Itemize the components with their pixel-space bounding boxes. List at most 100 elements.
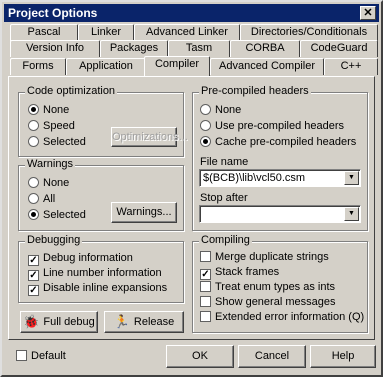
checkbox-label: Line number information xyxy=(43,267,162,279)
cancel-button[interactable]: Cancel xyxy=(238,345,306,368)
tab-directories-conditionals[interactable]: Directories/Conditionals xyxy=(240,24,378,41)
tab-tasm[interactable]: Tasm xyxy=(168,40,230,57)
checkbox-label: Stack frames xyxy=(215,266,280,278)
file-name-value: $(BCB)\lib\vcl50.csm xyxy=(203,172,306,184)
chevron-down-icon[interactable]: ▼ xyxy=(344,207,359,221)
radio-icon xyxy=(28,209,39,220)
checkbox-icon xyxy=(200,311,211,322)
warn-selected-radio[interactable]: Selected xyxy=(28,209,86,222)
close-button[interactable]: ✕ xyxy=(360,6,376,20)
default-label: Default xyxy=(31,350,66,362)
radio-icon xyxy=(28,177,39,188)
radio-label: None xyxy=(43,104,70,116)
file-name-dropdown[interactable]: $(BCB)\lib\vcl50.csm ▼ xyxy=(199,169,361,187)
stop-after-dropdown[interactable]: ▼ xyxy=(199,205,361,223)
radio-icon xyxy=(200,104,211,115)
ok-button[interactable]: OK xyxy=(166,345,234,368)
radio-icon xyxy=(200,136,211,147)
help-button[interactable]: Help xyxy=(310,345,376,368)
general-messages-checkbox[interactable]: Show general messages xyxy=(200,296,335,309)
tab-advanced-compiler[interactable]: Advanced Compiler xyxy=(210,58,324,75)
radio-label: None xyxy=(43,177,70,189)
default-checkbox[interactable]: Default xyxy=(16,350,66,363)
checkbox-icon xyxy=(16,350,27,361)
checkmark-icon: ✓ xyxy=(28,285,39,296)
radio-icon xyxy=(28,120,39,131)
warn-none-radio[interactable]: None xyxy=(28,177,69,190)
code-optimization-group: Code optimization None Speed Selected Op… xyxy=(18,85,188,157)
pch-cache-radio[interactable]: Cache pre-compiled headers xyxy=(200,136,356,149)
enum-as-ints-checkbox[interactable]: Treat enum types as ints xyxy=(200,281,335,294)
checkbox-label: Debug information xyxy=(43,252,133,264)
checkbox-label: Disable inline expansions xyxy=(43,282,168,294)
bug-icon: 🐞 xyxy=(23,314,40,329)
tab-packages[interactable]: Packages xyxy=(100,40,168,57)
radio-label: Selected xyxy=(43,136,86,148)
tab-corba[interactable]: CORBA xyxy=(230,40,300,57)
checkbox-label: Treat enum types as ints xyxy=(215,281,336,293)
tab-pascal[interactable]: Pascal xyxy=(10,24,78,41)
compiling-group: Compiling Merge duplicate strings ✓ Stack… xyxy=(192,234,368,333)
checkmark-icon: ✓ xyxy=(200,269,211,280)
tab-version-info[interactable]: Version Info xyxy=(10,40,100,57)
radio-label: Use pre-compiled headers xyxy=(215,120,345,132)
release-button[interactable]: 🏃 Release xyxy=(104,311,184,333)
merge-strings-checkbox[interactable]: Merge duplicate strings xyxy=(200,251,329,264)
disable-inline-checkbox[interactable]: ✓ Disable inline expansions xyxy=(28,282,167,296)
opt-speed-radio[interactable]: Speed xyxy=(28,120,75,133)
checkbox-label: Extended error information (Q) xyxy=(215,311,365,323)
full-debug-label: Full debug xyxy=(43,316,95,328)
chevron-down-icon[interactable]: ▼ xyxy=(344,171,359,185)
warn-all-radio[interactable]: All xyxy=(28,193,55,206)
checkmark-icon: ✓ xyxy=(28,270,39,281)
extended-error-checkbox[interactable]: Extended error information (Q) xyxy=(200,311,364,324)
tab-compiler[interactable]: Compiler xyxy=(144,56,210,76)
stop-after-label: Stop after xyxy=(200,192,248,204)
debugging-title: Debugging xyxy=(25,234,83,246)
tab-codeguard[interactable]: CodeGuard xyxy=(300,40,378,57)
warnings-group: Warnings None All Selected Warnings... xyxy=(18,158,184,231)
checkbox-label: Show general messages xyxy=(215,296,336,308)
checkmark-icon: ✓ xyxy=(28,255,39,266)
release-label: Release xyxy=(133,316,175,328)
window-title: Project Options xyxy=(8,6,98,20)
checkbox-label: Merge duplicate strings xyxy=(215,251,329,263)
runner-icon: 🏃 xyxy=(113,314,130,329)
tab-linker[interactable]: Linker xyxy=(78,24,134,41)
radio-icon xyxy=(200,120,211,131)
radio-label: Speed xyxy=(43,120,75,132)
tab-advanced-linker[interactable]: Advanced Linker xyxy=(134,24,240,41)
line-number-checkbox[interactable]: ✓ Line number information xyxy=(28,267,162,281)
stack-frames-checkbox[interactable]: ✓ Stack frames xyxy=(200,266,279,280)
checkbox-icon xyxy=(200,296,211,307)
tab-application[interactable]: Application xyxy=(66,58,146,75)
radio-label: Selected xyxy=(43,209,86,221)
optimizations-button[interactable]: Optimizations... xyxy=(111,127,188,147)
precompiled-headers-group: Pre-compiled headers None Use pre-compil… xyxy=(192,85,368,231)
debugging-group: Debugging ✓ Debug information ✓ Line numbe… xyxy=(18,234,184,303)
compiling-title: Compiling xyxy=(199,234,252,246)
tab-cpp[interactable]: C++ xyxy=(324,58,378,75)
checkbox-icon xyxy=(200,251,211,262)
radio-label: All xyxy=(43,193,56,205)
tab-forms[interactable]: Forms xyxy=(10,58,66,75)
precompiled-headers-title: Pre-compiled headers xyxy=(199,85,311,97)
warnings-button[interactable]: Warnings... xyxy=(111,202,177,223)
radio-icon xyxy=(28,136,39,147)
radio-icon xyxy=(28,104,39,115)
code-optimization-title: Code optimization xyxy=(25,85,118,97)
opt-none-radio[interactable]: None xyxy=(28,104,69,117)
pch-use-radio[interactable]: Use pre-compiled headers xyxy=(200,120,344,133)
debug-information-checkbox[interactable]: ✓ Debug information xyxy=(28,252,133,266)
checkbox-icon xyxy=(200,281,211,292)
project-options-dialog: Project Options ✕ Pascal Linker Advanced… xyxy=(0,0,383,377)
opt-selected-radio[interactable]: Selected xyxy=(28,136,86,149)
radio-label: None xyxy=(215,104,242,116)
radio-label: Cache pre-compiled headers xyxy=(215,136,357,148)
full-debug-button[interactable]: 🐞 Full debug xyxy=(20,311,98,333)
close-icon: ✕ xyxy=(363,7,373,19)
title-bar: Project Options ✕ xyxy=(4,4,379,22)
pch-none-radio[interactable]: None xyxy=(200,104,241,117)
warnings-title: Warnings xyxy=(25,158,76,170)
radio-icon xyxy=(28,193,39,204)
